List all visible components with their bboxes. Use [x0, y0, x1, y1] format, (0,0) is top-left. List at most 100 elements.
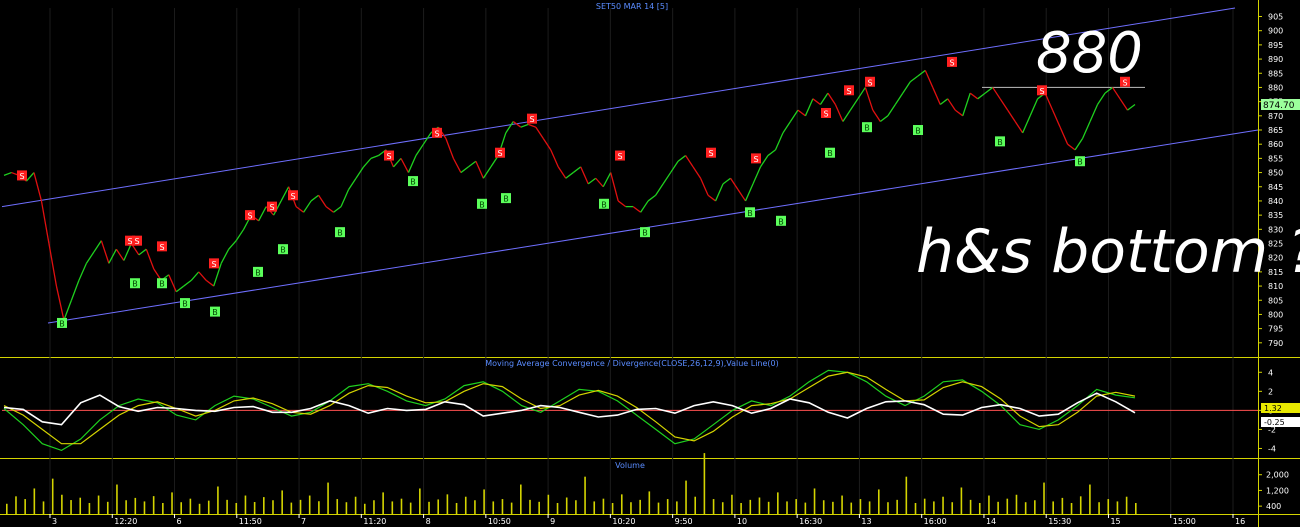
- volume-bar: [942, 496, 944, 514]
- signal-letter: S: [867, 78, 872, 87]
- y-tick-label: 900: [1268, 27, 1283, 36]
- buy-signal: B: [157, 278, 167, 289]
- volume-bar: [997, 501, 999, 514]
- macd-title: Moving Average Convergence / Divergence(…: [485, 359, 779, 368]
- volume-y-tick-label: 400: [1266, 502, 1281, 511]
- sell-signal: S: [495, 147, 505, 158]
- buy-signal: B: [501, 193, 511, 204]
- sell-signal: S: [17, 170, 27, 181]
- y-tick-label: 895: [1268, 41, 1283, 50]
- volume-bar: [483, 489, 485, 514]
- x-tick-label: 15: [1110, 517, 1120, 526]
- volume-bar: [391, 501, 394, 514]
- y-tick-label: 890: [1268, 55, 1283, 64]
- volume-bar: [70, 500, 72, 514]
- volume-bar: [1052, 501, 1054, 514]
- volume-bar: [905, 476, 908, 514]
- signal-letter: S: [497, 149, 502, 158]
- volume-bar: [409, 502, 412, 514]
- volume-bar: [960, 487, 963, 514]
- signal-letter: B: [915, 127, 921, 136]
- signal-letter: B: [159, 280, 165, 289]
- buy-signal: B: [745, 207, 755, 218]
- y-tick-label: 840: [1268, 197, 1283, 206]
- volume-bar: [373, 500, 375, 514]
- x-tick-label: 7: [301, 517, 306, 526]
- volume-bar: [859, 499, 862, 514]
- x-tick-label: 6: [177, 517, 182, 526]
- volume-bar: [575, 500, 577, 514]
- buy-signal: B: [1075, 156, 1085, 167]
- signal-letter: B: [747, 209, 753, 218]
- volume-bar: [106, 501, 109, 514]
- annotation-hs-bottom: h&s bottom ?: [916, 217, 1300, 287]
- volume-bar: [51, 478, 54, 514]
- volume-bar: [703, 453, 706, 514]
- volume-bar: [88, 503, 91, 514]
- volume-bar: [189, 498, 192, 514]
- buy-signal: B: [253, 266, 263, 277]
- volume-bar: [813, 488, 816, 514]
- signal-letter: S: [949, 58, 954, 67]
- volume-bar: [327, 482, 329, 514]
- signal-letter: B: [479, 200, 485, 209]
- buy-signal: B: [477, 198, 487, 209]
- volume-bar: [6, 503, 8, 514]
- volume-bar: [529, 499, 531, 514]
- volume-bar: [593, 501, 596, 514]
- volume-bar: [611, 503, 614, 514]
- macd-y-tick-label: 2: [1268, 387, 1273, 396]
- volume-bar: [547, 494, 550, 514]
- x-tick-label: 16:00: [924, 517, 947, 526]
- buy-signal: B: [862, 122, 872, 133]
- x-tick-label: 9: [550, 517, 555, 526]
- volume-bar: [951, 502, 954, 514]
- volume-bar: [61, 494, 63, 514]
- signal-letter: B: [132, 280, 138, 289]
- x-tick-label: 3: [52, 517, 57, 526]
- signal-letter: S: [708, 149, 713, 158]
- volume-bar: [33, 488, 36, 514]
- signal-letter: B: [212, 308, 218, 317]
- volume-bar: [180, 502, 182, 514]
- value-line-label: -0.25: [1264, 418, 1285, 427]
- volume-bar: [79, 497, 82, 514]
- y-tick-label: 790: [1268, 339, 1283, 348]
- volume-bar: [584, 476, 586, 514]
- volume-bar: [795, 499, 797, 514]
- x-tick-label: 13: [861, 517, 871, 526]
- volume-bar: [822, 500, 825, 514]
- volume-bar: [428, 501, 430, 514]
- sell-signal: S: [157, 241, 167, 252]
- x-tick-label: 10:20: [612, 517, 635, 526]
- volume-bar: [969, 499, 972, 514]
- volume-bar: [336, 499, 339, 514]
- volume-bar: [382, 492, 384, 514]
- volume-bar: [731, 494, 733, 514]
- volume-bar: [868, 501, 871, 514]
- volume-bar: [648, 491, 651, 514]
- volume-bar: [777, 492, 779, 514]
- volume-bar: [42, 501, 45, 514]
- x-tick-label: 12:20: [114, 517, 137, 526]
- volume-bar: [290, 502, 293, 514]
- signal-letter: B: [59, 319, 65, 328]
- y-tick-label: 870: [1268, 112, 1283, 121]
- volume-bar: [1135, 503, 1137, 514]
- volume-bar: [198, 503, 201, 514]
- volume-bar: [501, 499, 504, 514]
- volume-bar: [235, 503, 238, 514]
- volume-bar: [620, 494, 623, 514]
- volume-y-tick-label: 1,200: [1266, 486, 1289, 495]
- volume-bar: [1015, 494, 1018, 514]
- volume-bar: [740, 503, 742, 514]
- volume-bar: [207, 500, 210, 514]
- sell-signal: S: [821, 107, 831, 118]
- volume-bar: [1061, 497, 1064, 514]
- signal-letter: S: [134, 237, 139, 246]
- y-tick-label: 855: [1268, 154, 1283, 163]
- buy-signal: B: [995, 136, 1005, 147]
- signal-letter: B: [280, 246, 286, 255]
- signal-letter: S: [386, 152, 391, 161]
- signal-letter: B: [337, 229, 343, 238]
